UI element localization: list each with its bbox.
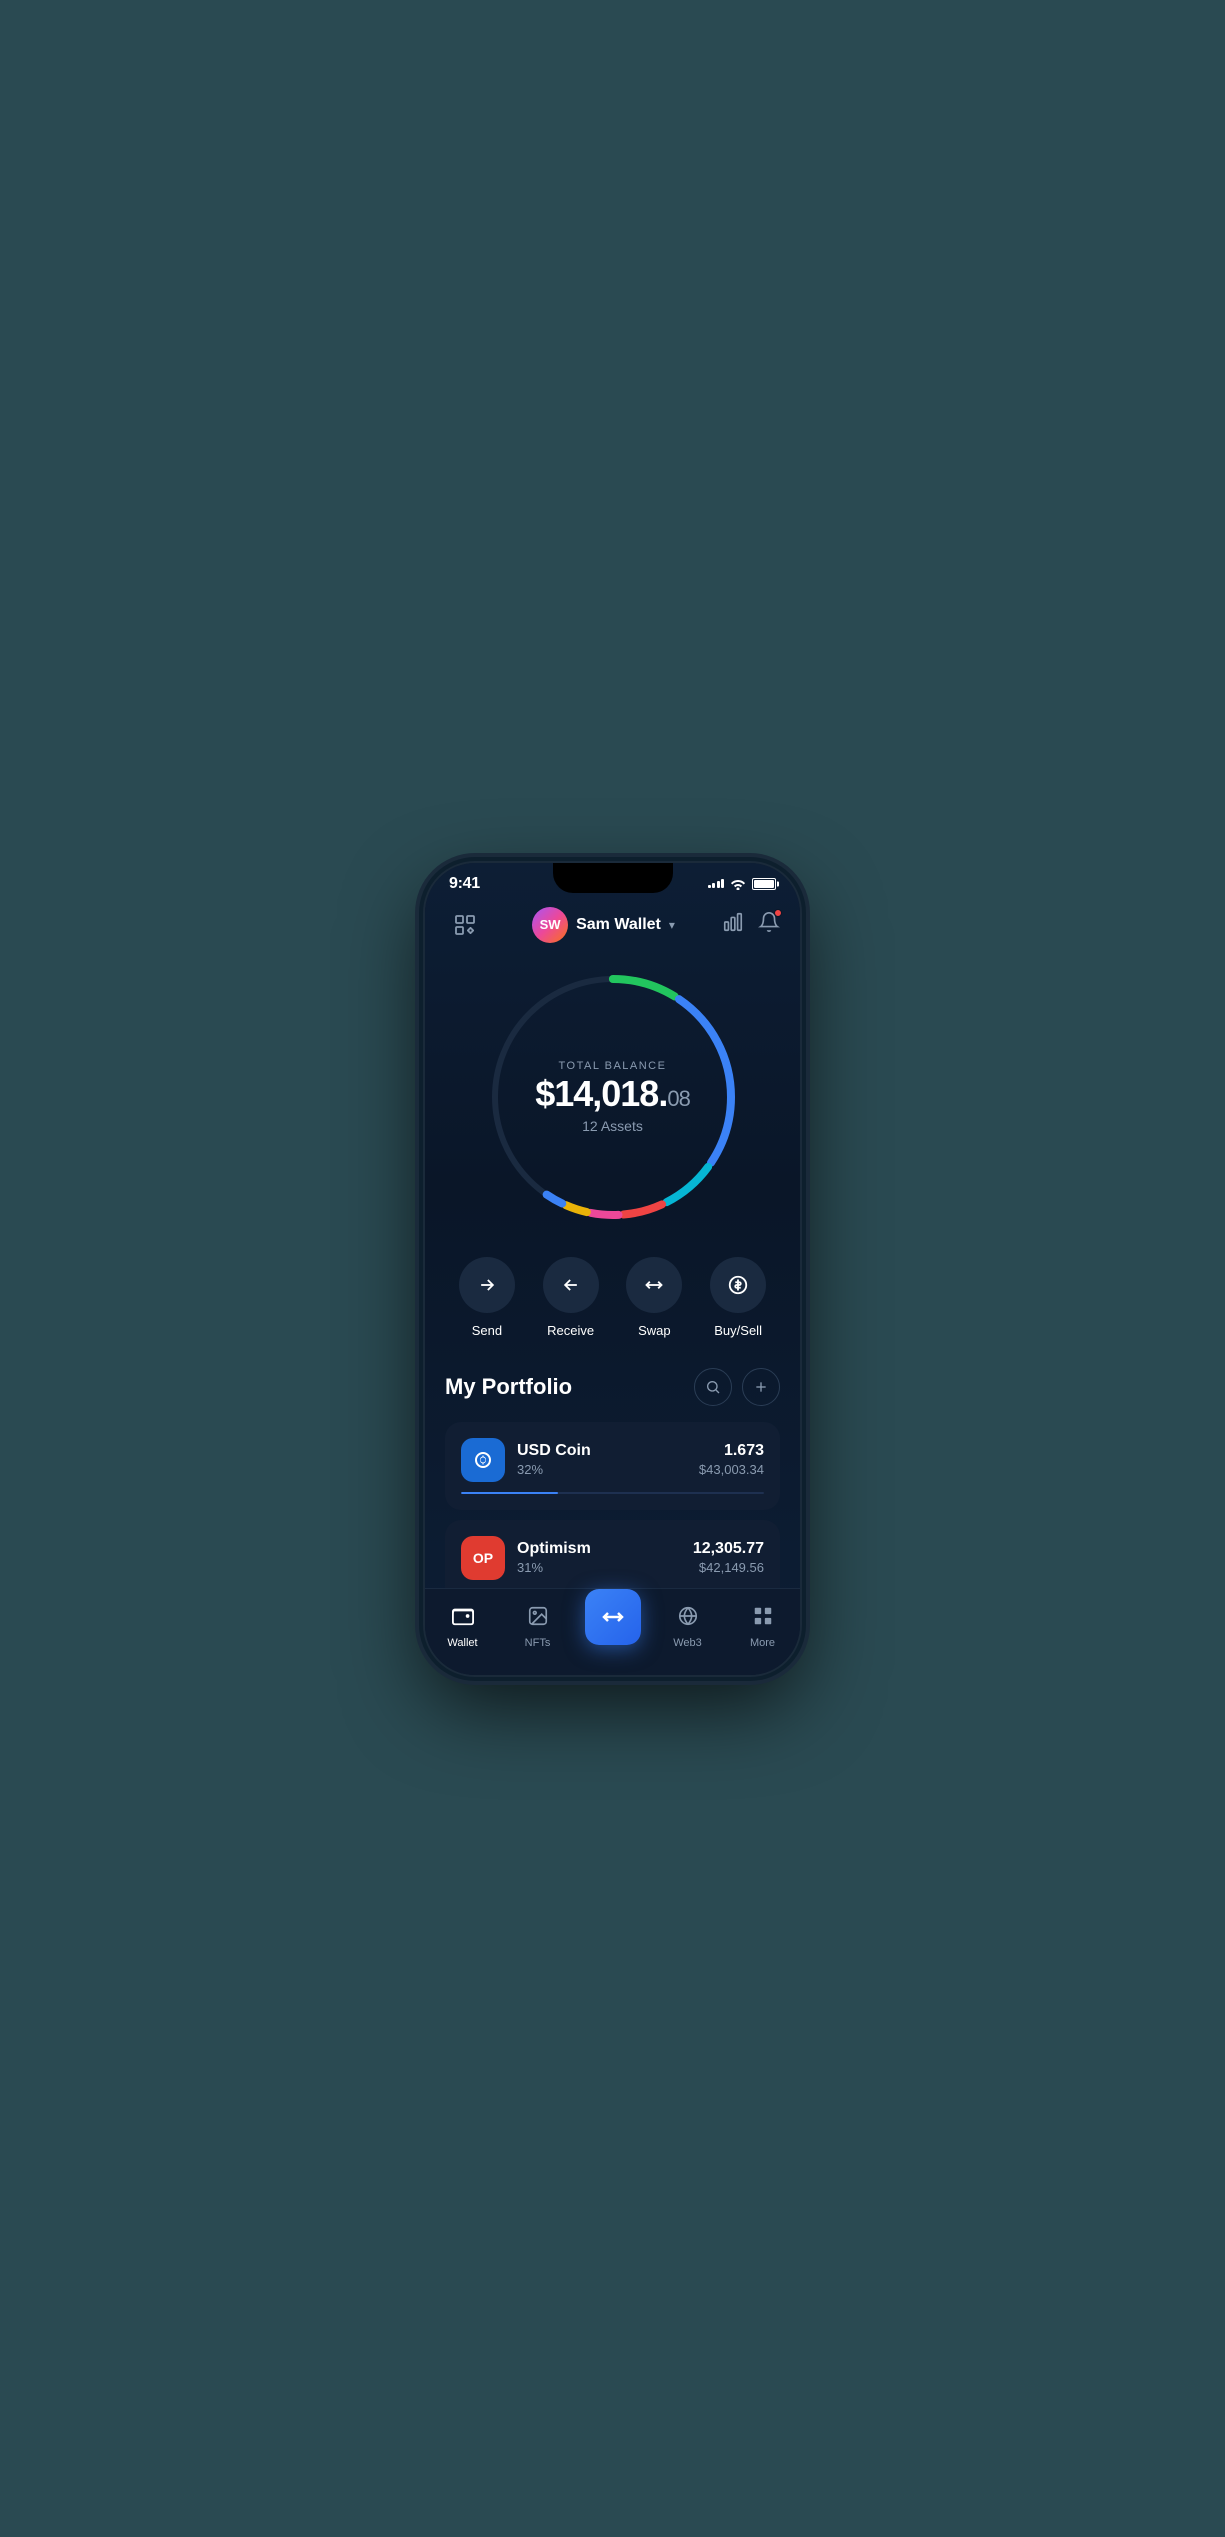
scan-button[interactable] <box>445 905 485 945</box>
status-time: 9:41 <box>449 875 480 893</box>
send-button[interactable]: Send <box>445 1257 529 1338</box>
usdc-info: USD Coin 32% <box>517 1442 687 1477</box>
usdc-values: 1.673 $43,003.34 <box>699 1442 764 1477</box>
balance-label: TOTAL BALANCE <box>535 1060 690 1072</box>
portfolio-title: My Portfolio <box>445 1374 572 1400</box>
op-amount: 12,305.77 <box>693 1540 764 1558</box>
send-label: Send <box>472 1323 502 1338</box>
op-info: Optimism 31% <box>517 1540 681 1575</box>
op-values: 12,305.77 $42,149.56 <box>693 1540 764 1575</box>
nav-more-label: More <box>750 1637 775 1649</box>
swap-label: Swap <box>638 1323 671 1338</box>
nav-wallet[interactable]: Wallet <box>425 1605 500 1649</box>
wallet-icon <box>452 1605 474 1633</box>
chart-button[interactable] <box>722 911 744 939</box>
receive-label: Receive <box>547 1323 594 1338</box>
wifi-icon <box>730 878 746 890</box>
signal-icon <box>708 879 725 888</box>
usdc-progress <box>461 1492 764 1494</box>
notification-button[interactable] <box>758 911 780 939</box>
balance-amount: $14,018.08 <box>535 1076 690 1112</box>
buysell-label: Buy/Sell <box>714 1323 762 1338</box>
avatar: SW <box>532 907 568 943</box>
usdc-name: USD Coin <box>517 1442 687 1460</box>
center-action-button[interactable] <box>585 1589 641 1645</box>
header-right-icons <box>722 911 780 939</box>
portfolio-header: My Portfolio <box>445 1368 780 1406</box>
usdc-icon <box>461 1438 505 1482</box>
op-usd: $42,149.56 <box>693 1560 764 1575</box>
phone-frame: 9:41 <box>425 863 800 1675</box>
wallet-name: Sam Wallet <box>576 916 661 934</box>
more-icon <box>752 1605 774 1633</box>
op-name: Optimism <box>517 1540 681 1558</box>
web3-icon <box>677 1605 699 1633</box>
wallet-selector[interactable]: SW Sam Wallet ▾ <box>532 907 675 943</box>
swap-button[interactable]: Swap <box>613 1257 697 1338</box>
nav-nfts-label: NFTs <box>525 1637 551 1649</box>
nfts-icon <box>527 1605 549 1633</box>
bottom-nav: Wallet NFTs <box>425 1588 800 1675</box>
balance-center: TOTAL BALANCE $14,018.08 12 Assets <box>535 1060 690 1134</box>
notch <box>553 863 673 893</box>
receive-button[interactable]: Receive <box>529 1257 613 1338</box>
notification-dot <box>774 909 782 917</box>
usdc-amount: 1.673 <box>699 1442 764 1460</box>
nav-more[interactable]: More <box>725 1605 800 1649</box>
action-buttons: Send Receive <box>425 1247 800 1358</box>
usdc-pct: 32% <box>517 1462 687 1477</box>
balance-section: TOTAL BALANCE $14,018.08 12 Assets <box>425 957 800 1247</box>
nav-web3-label: Web3 <box>673 1637 702 1649</box>
status-icons <box>708 878 777 890</box>
nav-web3[interactable]: Web3 <box>650 1605 725 1649</box>
usdc-usd: $43,003.34 <box>699 1462 764 1477</box>
portfolio-search-button[interactable] <box>694 1368 732 1406</box>
portfolio-actions <box>694 1368 780 1406</box>
nav-wallet-label: Wallet <box>447 1637 477 1649</box>
asset-card-usdc[interactable]: USD Coin 32% 1.673 $43,003.34 <box>445 1422 780 1510</box>
op-icon: OP <box>461 1536 505 1580</box>
app-header: SW Sam Wallet ▾ <box>425 893 800 957</box>
screen: 9:41 <box>425 863 800 1675</box>
balance-ring: TOTAL BALANCE $14,018.08 12 Assets <box>483 967 743 1227</box>
battery-icon <box>752 878 776 890</box>
chevron-down-icon: ▾ <box>669 918 675 932</box>
portfolio-add-button[interactable] <box>742 1368 780 1406</box>
assets-count: 12 Assets <box>535 1118 690 1134</box>
nav-nfts[interactable]: NFTs <box>500 1605 575 1649</box>
buysell-button[interactable]: Buy/Sell <box>696 1257 780 1338</box>
op-pct: 31% <box>517 1560 681 1575</box>
nav-center[interactable] <box>575 1599 650 1655</box>
